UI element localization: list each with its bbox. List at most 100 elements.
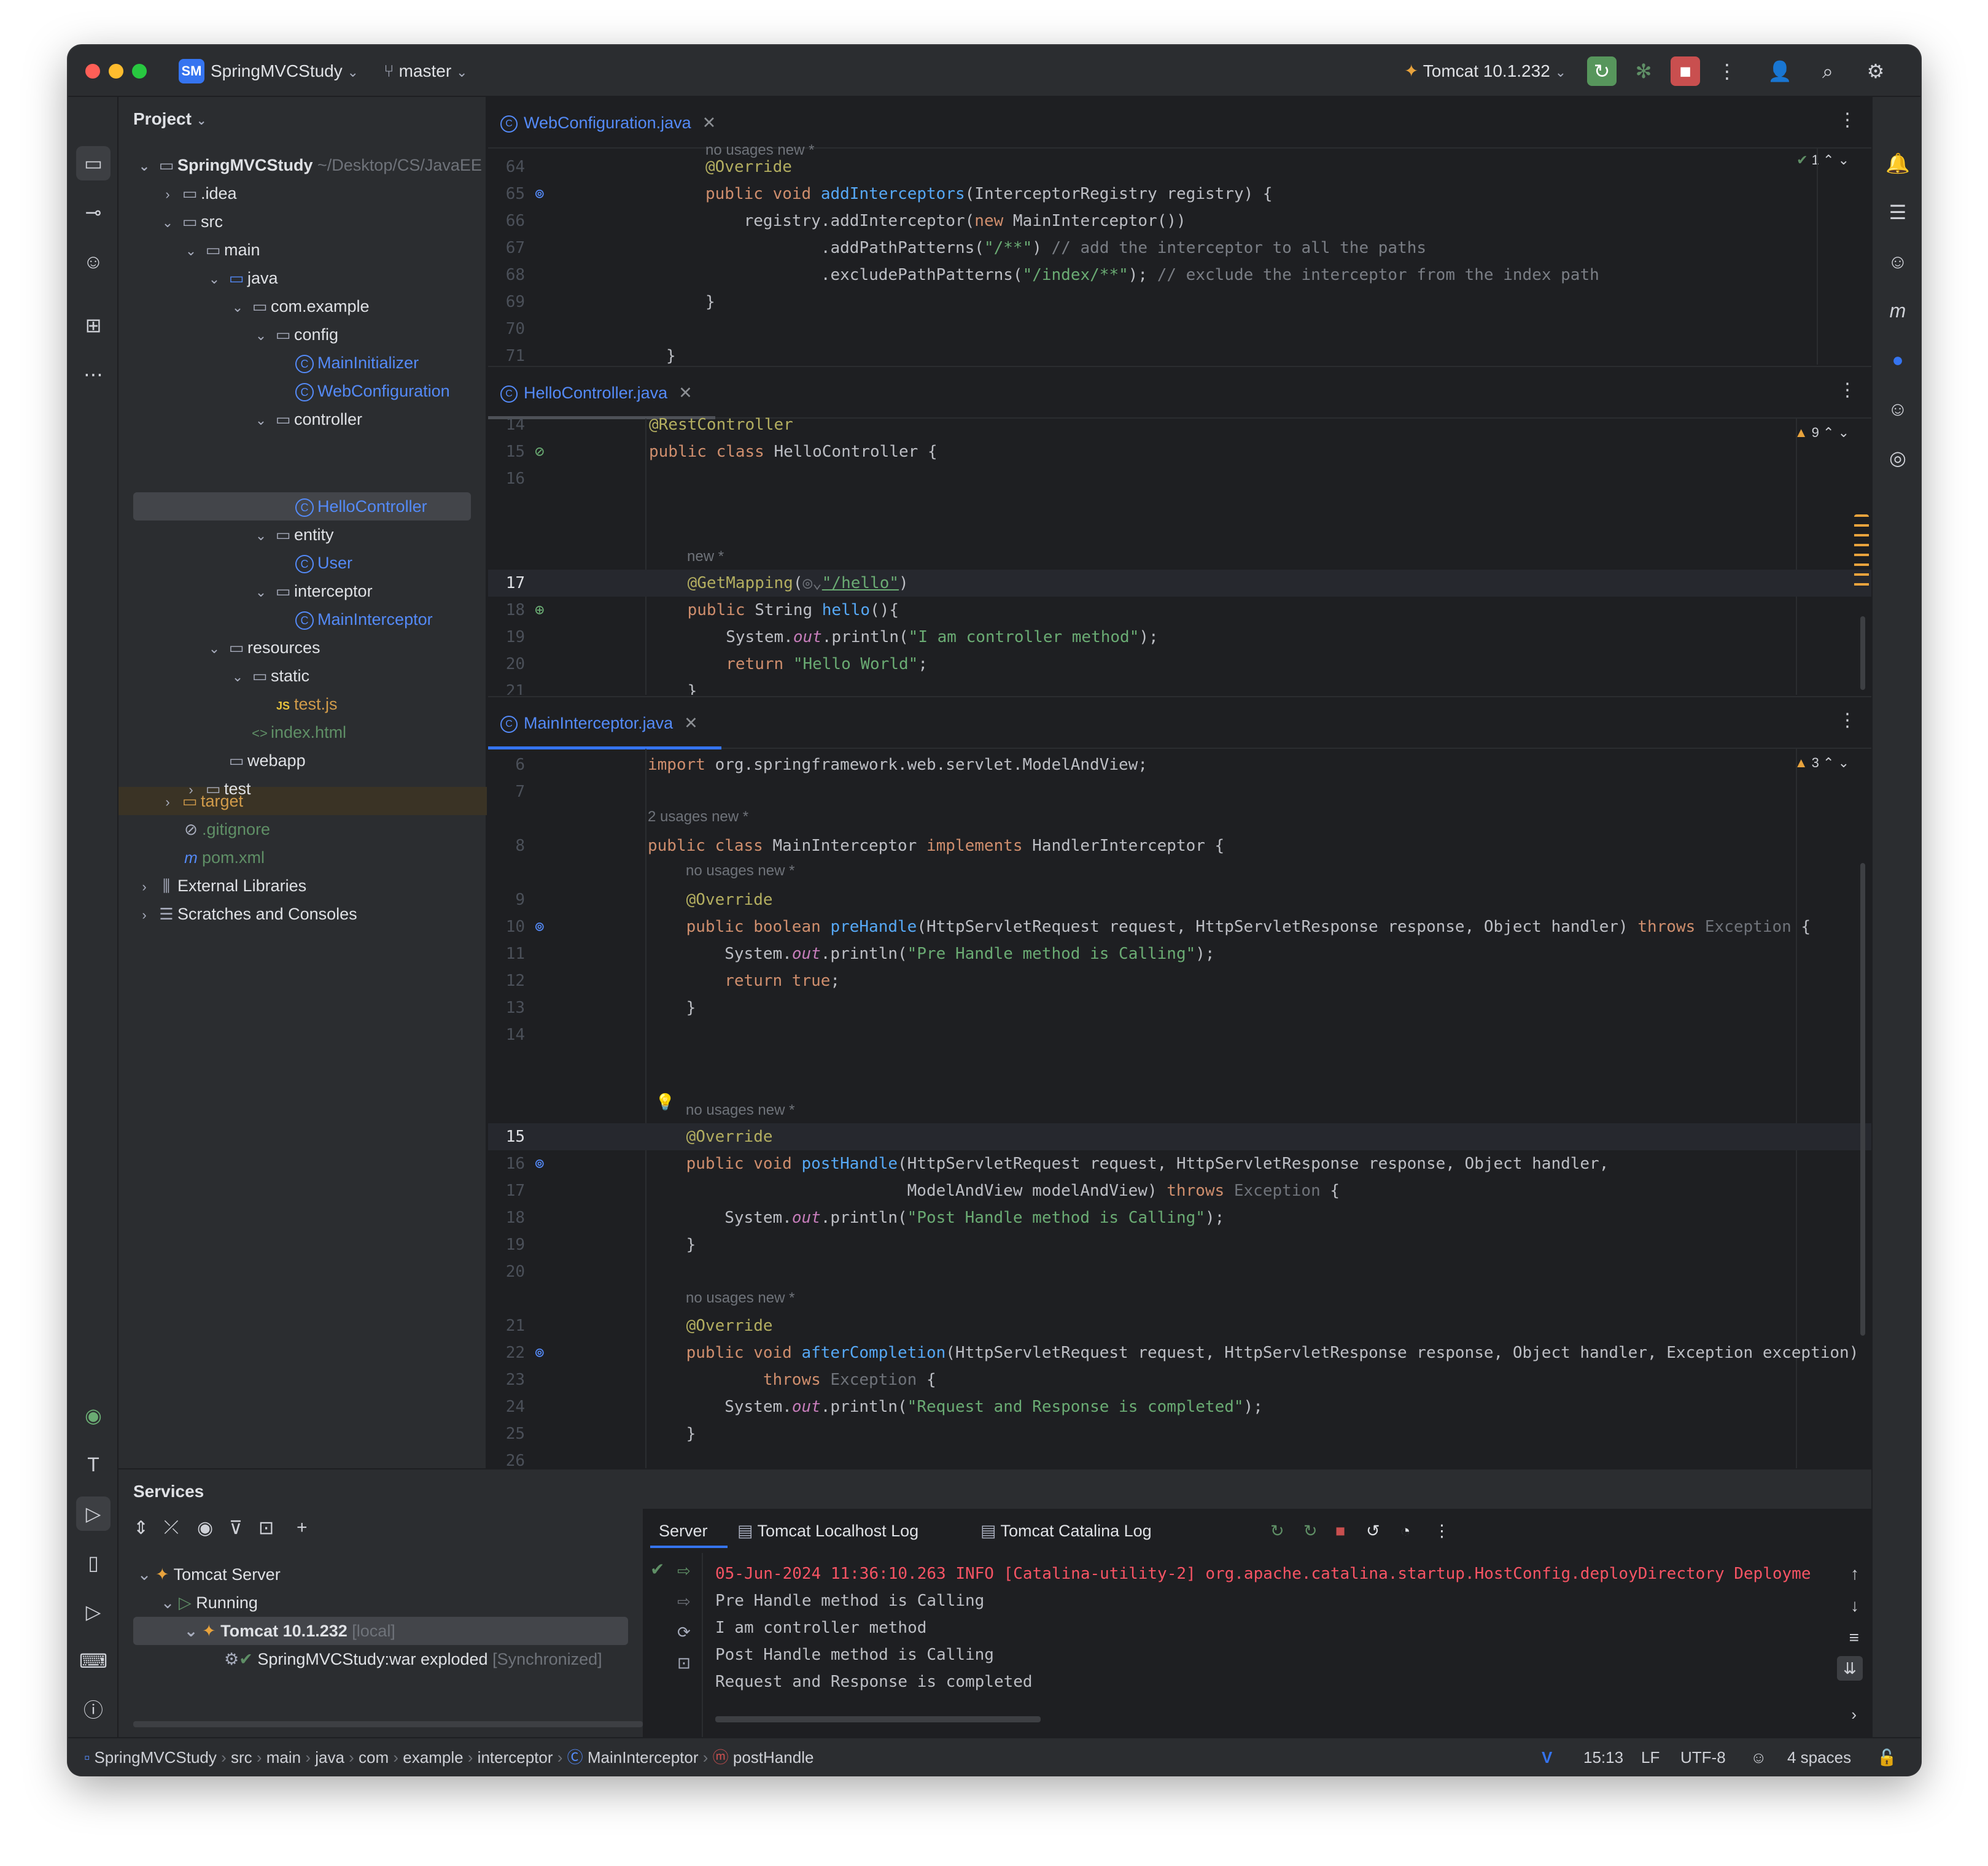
undeploy-icon[interactable]: ⇨ (677, 1592, 691, 1611)
tree-item-java[interactable]: ⌄ ▭ java (203, 264, 278, 292)
tree-item-scratches[interactable]: › ☰ Scratches and Consoles (133, 900, 357, 928)
indent-setting[interactable]: 4 spaces (1787, 1747, 1851, 1768)
close-window-button[interactable] (85, 64, 100, 79)
service-artifact[interactable]: ⚙✔ SpringMVCStudy:war exploded [Synchron… (224, 1645, 602, 1673)
breadcrumb-item[interactable]: main (266, 1748, 301, 1767)
code-line[interactable]: 66 registry.addInterceptor(new MainInter… (488, 207, 1186, 234)
code-line[interactable]: 20 return "Hello World"; (488, 651, 928, 678)
more-vertical-icon[interactable]: ⋮ (1838, 109, 1857, 131)
code-line[interactable]: 68 .excludePathPatterns("/index/**"); //… (488, 261, 1599, 288)
copilot-status-icon[interactable]: ☺ (1750, 1747, 1767, 1768)
soft-wrap-icon[interactable]: ≡ (1849, 1628, 1859, 1647)
tree-item-entity[interactable]: ⌄ ▭ entity (250, 521, 334, 549)
code-line[interactable]: 7 (488, 778, 525, 805)
scrollbar[interactable] (1860, 863, 1865, 1336)
override-gutter-icon[interactable]: ⊚ (535, 1150, 545, 1177)
collapse-all-icon[interactable]: ⤫ (164, 1517, 179, 1538)
breadcrumb-item[interactable]: interceptor (478, 1748, 553, 1767)
spring-bean-gutter-icon[interactable]: ⊘ (535, 438, 545, 465)
tree-item-external-libraries[interactable]: › ⫼ External Libraries (133, 872, 306, 900)
update-app-button[interactable]: ↻ (1270, 1519, 1284, 1543)
terminal-tool-button[interactable]: ⌨ (76, 1644, 111, 1678)
inspection-widget[interactable]: ▲ 9 ⌃ ⌄ (1795, 425, 1849, 441)
tree-item-pom-xml[interactable]: m pom.xml (180, 843, 265, 872)
tree-item-config[interactable]: ⌄ ▭ config (250, 320, 338, 349)
inspection-widget[interactable]: ▲ 3 ⌃ ⌄ (1795, 755, 1849, 771)
endpoints-button[interactable]: ◎ (1881, 441, 1915, 475)
code-line[interactable]: 21 } (488, 678, 697, 695)
project-badge[interactable]: SM (179, 59, 204, 83)
code-line[interactable]: 18 System.out.println("Post Handle metho… (488, 1204, 1225, 1231)
tree-item-hellocontroller[interactable]: C HelloController (295, 492, 427, 521)
tree-item-target[interactable]: › ▭ target (157, 787, 243, 815)
build-tool-button[interactable]: T (76, 1447, 111, 1482)
code-line[interactable]: 9 @Override (488, 886, 772, 913)
profiler-button[interactable]: ◔ (1400, 1519, 1410, 1543)
tree-item-src[interactable]: ⌄ ▭ src (157, 207, 223, 236)
code-line[interactable]: 21 @Override (488, 1312, 773, 1339)
commit-tool-button[interactable]: ⊸ (76, 195, 111, 230)
tree-item-interceptor[interactable]: ⌄ ▭ interceptor (250, 577, 373, 605)
scrollbar[interactable] (1860, 616, 1865, 690)
notifications-button[interactable]: 🔔 (1881, 146, 1915, 180)
service-tomcat-server[interactable]: ⌄ ✦ Tomcat Server (133, 1560, 281, 1589)
expand-all-icon[interactable]: ⇕ (133, 1517, 149, 1539)
tree-item-webconfiguration[interactable]: C WebConfiguration (295, 377, 450, 405)
console-tab-catalina-log[interactable]: ▤ Tomcat Catalina Log (980, 1519, 1152, 1543)
code-line[interactable]: 24 System.out.println("Request and Respo… (488, 1393, 1263, 1420)
code-line[interactable]: 8 public class MainInterceptor implements… (488, 832, 1224, 859)
more-vertical-icon[interactable]: ⋮ (1838, 710, 1857, 731)
tab-hellocontroller[interactable]: C HelloController.java ✕ (500, 379, 693, 406)
restart-button[interactable]: ↺ (1366, 1519, 1380, 1543)
code-line[interactable]: 14 @RestController (488, 411, 793, 438)
rerun-button[interactable]: ↻ (1587, 56, 1617, 86)
add-user-button[interactable]: 👤 (1765, 56, 1795, 86)
close-icon[interactable]: ✕ (678, 384, 693, 402)
tree-item-idea[interactable]: › ▭ .idea (157, 179, 236, 207)
code-vision-hint[interactable]: new * (687, 546, 724, 567)
horizontal-scrollbar[interactable] (133, 1721, 643, 1727)
minimize-window-button[interactable] (109, 64, 123, 79)
tree-item-user[interactable]: C User (295, 549, 352, 577)
tree-item-index-html[interactable]: <> index.html (249, 718, 346, 746)
vim-icon[interactable]: V (1542, 1747, 1552, 1768)
copilot-secondary-button[interactable]: ☺ (1881, 392, 1915, 426)
close-icon[interactable]: ✕ (684, 714, 698, 732)
tree-item-resources[interactable]: ⌄ ▭ resources (203, 633, 320, 662)
tree-item-controller[interactable]: ⌄ ▭ controller (250, 405, 362, 433)
new-tab-icon[interactable]: ⊡ (258, 1517, 274, 1539)
code-line[interactable]: 22 ⊚ public void afterCompletion(HttpServ… (488, 1339, 1859, 1366)
override-gutter-icon[interactable]: ⊚ (535, 180, 545, 207)
tree-item-maininterceptor[interactable]: C MainInterceptor (295, 605, 433, 633)
tree-item-gitignore[interactable]: ⊘ .gitignore (180, 815, 270, 843)
more-actions-button[interactable]: ⋮ (1712, 56, 1742, 86)
code-line[interactable]: 71} (488, 343, 676, 365)
settings-button[interactable]: ⚙ (1861, 56, 1890, 86)
tree-item-test-js[interactable]: JS test.js (272, 690, 338, 718)
horizontal-scrollbar[interactable] (715, 1716, 1041, 1722)
search-button[interactable]: ⌕ (1813, 56, 1842, 86)
eye-icon[interactable]: ◉ (197, 1517, 213, 1539)
code-line[interactable]: 64 @Override (488, 153, 792, 180)
zoom-window-button[interactable] (132, 64, 147, 79)
code-line[interactable]: 11 System.out.println("Pre Handle method… (488, 940, 1215, 967)
branch-switcher[interactable]: ⑂ master ⌄ (384, 59, 467, 83)
tree-item-webapp[interactable]: ▭ webapp (225, 746, 306, 775)
code-line[interactable]: 26 (488, 1447, 525, 1468)
console-more-button[interactable]: ⋮ (1434, 1519, 1450, 1543)
file-encoding[interactable]: UTF-8 (1680, 1747, 1726, 1768)
warning-stripes[interactable] (1854, 514, 1869, 588)
code-line[interactable]: 14 (488, 1021, 525, 1048)
code-vision-hint[interactable]: no usages new * (686, 861, 794, 881)
code-line[interactable]: 13 } (488, 994, 696, 1021)
code-line[interactable]: 20 (488, 1258, 525, 1285)
code-line[interactable]: 17 ModelAndView modelAndView) throws Exc… (488, 1177, 1340, 1204)
console-tab-localhost-log[interactable]: ▤ Tomcat Localhost Log (737, 1519, 918, 1543)
code-line[interactable]: 23 throws Exception { (488, 1366, 936, 1393)
service-tomcat-instance[interactable]: ⌄ ✦ Tomcat 10.1.232 [local] (180, 1617, 395, 1645)
ai-assistant-button[interactable]: ● (1881, 343, 1915, 377)
structure-tool-button[interactable]: ⊞ (76, 308, 111, 343)
chevron-right-icon[interactable]: › (1851, 1705, 1857, 1724)
code-line[interactable]: 65 ⊚ public void addInterceptors(Intercept… (488, 180, 1273, 207)
rerun-server-button[interactable]: ↻ (1303, 1519, 1318, 1543)
